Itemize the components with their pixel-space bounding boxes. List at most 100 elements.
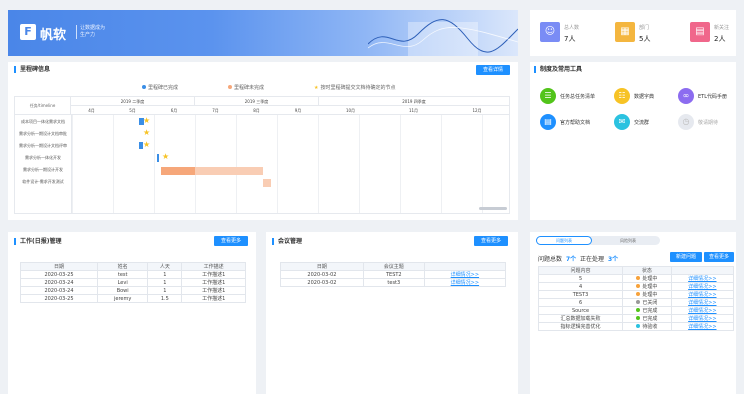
detail-link-text[interactable]: 详细情况>> xyxy=(688,276,716,282)
gantt-month: 9月 xyxy=(277,106,319,115)
cell-status: 已完成 xyxy=(622,306,672,315)
stat-dept: ▦ 部门 5人 xyxy=(615,20,675,46)
milestone-view-button[interactable]: 查看详情 xyxy=(476,65,510,75)
meeting-title: 会议管理 xyxy=(272,238,302,245)
tool-task-list[interactable]: ☰ 任务总任务清单 xyxy=(540,88,610,106)
column-header: 会议主题 xyxy=(362,262,425,271)
gantt-task-label: 需求分析一体化开发 xyxy=(25,155,61,160)
milestone-title: 里程碑信息 xyxy=(14,66,50,73)
detail-link[interactable]: 详细情况>> xyxy=(670,322,735,331)
tool-help-docs[interactable]: ▤ 官方帮助文档 xyxy=(540,114,610,132)
worklog-table: 日期 姓名 人天 工作描述 2020-03-25 test 1 工作描述1 20… xyxy=(20,262,246,303)
gantt-task-label: 需求分析一期设计文档评审 xyxy=(19,143,67,148)
gantt-period: 2019 二季度 xyxy=(71,97,195,106)
cell-status: 已关闭 xyxy=(622,298,672,307)
table-row: 汇总数据加载失败 已完成 详细情况>> xyxy=(537,314,735,323)
gantt-task-label: 软件设计-需求开发测试 xyxy=(22,179,64,184)
slogan-line-2: 生产力 xyxy=(80,32,96,38)
issues-summary: 问题总数 7个 正在处理 3个 xyxy=(538,254,618,263)
table-header-row: 日期 姓名 人天 工作描述 xyxy=(20,262,246,271)
worklog-more-button[interactable]: 查看更多 xyxy=(214,236,248,246)
detail-link-text[interactable]: 详细情况>> xyxy=(688,308,716,314)
slogan: 让数据成为 生产力 xyxy=(76,25,105,39)
gantt-month: 10月 xyxy=(319,106,382,115)
issues-more-button[interactable]: 查看更多 xyxy=(704,252,734,262)
cell-status: 待验收 xyxy=(622,322,672,331)
legend-completed: 里程碑已完成 xyxy=(142,84,178,91)
detail-link-text[interactable]: 详细情况>> xyxy=(451,280,479,286)
tool-chat-group[interactable]: ✉ 交流群 xyxy=(614,114,674,132)
gantt-bar-uncompleted[interactable] xyxy=(161,167,195,175)
column-header: 日期 xyxy=(20,262,98,271)
status-dot xyxy=(636,324,641,328)
stat-label: 总人数 xyxy=(564,25,580,31)
tool-label: 数据字典 xyxy=(634,94,655,100)
gantt-period: 2019 四季度 xyxy=(319,97,509,106)
gantt-month: 5月 xyxy=(112,106,153,115)
detail-link[interactable]: 详细情况>> xyxy=(670,290,735,299)
milestone-panel: 里程碑信息 查看详情 里程碑已完成 里程碑未完成 ★ 按时里程碑提交文档待确定的节… xyxy=(8,62,518,220)
status-dot xyxy=(636,276,641,280)
detail-link-text[interactable]: 详细情况>> xyxy=(688,324,716,330)
table-row: 2020-03-02 test3 详细情况>> xyxy=(280,278,507,287)
meeting-more-button[interactable]: 查看更多 xyxy=(474,236,508,246)
document-icon: ▤ xyxy=(690,22,710,42)
issues-table: 问题内容 状态 5 处理中 详细情况>> 4 处理中 详细情况>> TEST3 … xyxy=(537,266,735,331)
column-header: 人天 xyxy=(147,262,183,271)
cell-content: 指标逻辑完善优化 xyxy=(537,322,624,331)
tab-issues[interactable]: 问题列表 xyxy=(536,236,592,245)
detail-link-text[interactable]: 详细情况>> xyxy=(451,272,479,278)
gantt-bar-uncompleted[interactable] xyxy=(195,167,263,175)
tool-etl-manual[interactable]: ∞ ETL代码手册 xyxy=(678,88,736,106)
tool-data-dictionary[interactable]: ☷ 数据字典 xyxy=(614,88,674,106)
status-dot xyxy=(636,308,641,312)
new-issue-button[interactable]: 新建问题 xyxy=(670,252,702,262)
summary-value: 7个 xyxy=(565,256,577,263)
detail-link[interactable]: 详细情况>> xyxy=(423,278,507,287)
tool-label: 敬请期待 xyxy=(698,120,719,126)
gantt-scrollbar[interactable] xyxy=(479,207,507,210)
detail-link-text[interactable]: 详细情况>> xyxy=(688,292,716,298)
gantt-period: 2019 三季度 xyxy=(195,97,319,106)
cell-name: jeremy xyxy=(96,294,149,303)
detail-link-text[interactable]: 详细情况>> xyxy=(688,316,716,322)
detail-link[interactable]: 详细情况>> xyxy=(670,282,735,291)
table-header-row: 日期 会议主题 xyxy=(280,262,507,271)
book-icon: ☷ xyxy=(614,88,630,104)
detail-link-text[interactable]: 详细情况>> xyxy=(688,284,716,290)
status-text: 处理中 xyxy=(642,284,658,290)
cell-content: 4 xyxy=(537,282,624,291)
gantt-header-col: 任务/timeline xyxy=(15,97,71,115)
detail-link[interactable]: 详细情况>> xyxy=(670,306,735,315)
meeting-panel: 会议管理 查看更多 日期 会议主题 2020-03-02 TEST2 详细情况>… xyxy=(266,232,518,394)
cell-name: Bowi xyxy=(96,286,149,295)
gantt-month: 4月 xyxy=(71,106,112,115)
column-header: 日期 xyxy=(280,262,364,271)
tab-risks[interactable]: 风险列表 xyxy=(598,236,658,245)
status-text: 待验收 xyxy=(642,324,658,330)
column-header xyxy=(423,262,507,271)
banner: F 帆软 让数据成为 生产力 xyxy=(8,10,518,56)
legend-uncompleted: 里程碑未完成 xyxy=(228,84,264,91)
legend-pending: ★ 按时里程碑提交文档待确定的节点 xyxy=(314,85,396,91)
logo-icon: F xyxy=(20,24,36,40)
gantt-bar-uncompleted[interactable] xyxy=(263,179,271,187)
table-row: 4 处理中 详细情况>> xyxy=(537,282,735,291)
cell-content: 5 xyxy=(537,274,624,283)
detail-link-text[interactable]: 详细情况>> xyxy=(688,300,716,306)
star-icon: ★ xyxy=(143,140,151,149)
detail-link[interactable]: 详细情况>> xyxy=(423,270,507,279)
detail-link[interactable]: 详细情况>> xyxy=(670,274,735,283)
gantt-month: 12月 xyxy=(445,106,509,115)
detail-link[interactable]: 详细情况>> xyxy=(670,298,735,307)
detail-link[interactable]: 详细情况>> xyxy=(670,314,735,323)
status-text: 已完成 xyxy=(642,316,658,322)
table-row: 2020-03-25 test 1 工作描述1 xyxy=(20,270,246,279)
cell-desc: 工作描述1 xyxy=(181,294,246,303)
gantt-chart: 任务/timeline 2019 二季度 2019 三季度 2019 四季度 4… xyxy=(14,96,510,214)
gantt-bar-completed[interactable] xyxy=(157,154,159,162)
issues-tabs: 问题列表 风险列表 xyxy=(536,236,660,245)
worklog-panel: 工作(日报)管理 查看更多 日期 姓名 人天 工作描述 2020-03-25 t… xyxy=(8,232,256,394)
stat-label: 新关注 xyxy=(714,25,730,31)
column-header xyxy=(670,266,735,275)
